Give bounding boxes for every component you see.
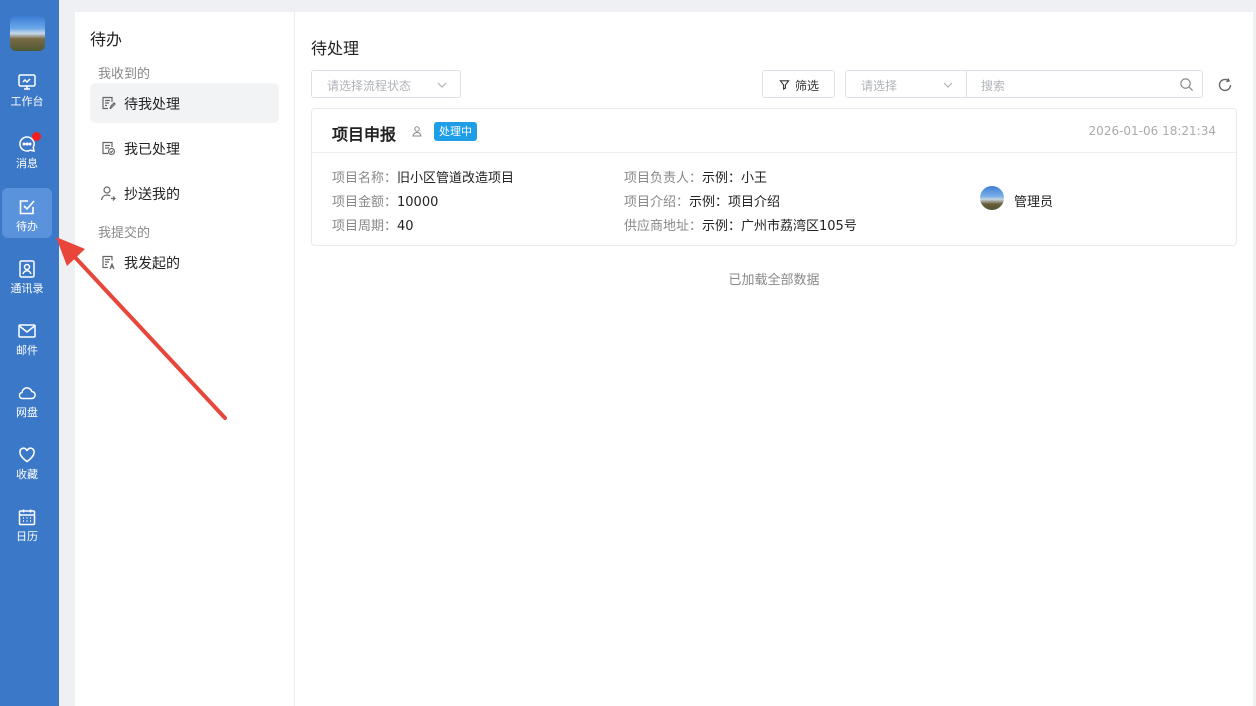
field-value: 示例：项目介绍	[689, 195, 781, 210]
rail-item-label: 日历	[16, 530, 38, 543]
heart-icon	[19, 447, 35, 463]
search-placeholder: 搜索	[981, 79, 1006, 93]
rail-item-label: 邮件	[16, 344, 38, 357]
field-key: 项目金额：	[332, 195, 398, 210]
page-title: 待处理	[311, 39, 360, 58]
todo-nav-panel: 待办 我收到的 待我处理 我已处理 抄送我的 我提交的 我发起的	[75, 12, 295, 706]
todo-card[interactable]: 项目申报 处理中 2026-01-06 18:21:34 项目名称：旧小区管道改…	[311, 108, 1237, 246]
field-project-intro: 项目介绍：示例：项目介绍	[624, 191, 780, 210]
rail-item-label: 工作台	[10, 95, 44, 108]
field-key: 项目名称：	[332, 171, 398, 186]
status-select[interactable]: 请选择流程状态	[311, 70, 461, 98]
field-value: 40	[397, 219, 414, 234]
filter-button[interactable]: 筛选	[762, 70, 835, 98]
main-content: 待处理 请选择流程状态 筛选 请选择 搜索 项目申报 处理中 2026-01-0…	[295, 12, 1253, 706]
field-project-owner: 项目负责人：示例：小王	[624, 167, 767, 186]
chevron-down-icon	[437, 82, 447, 88]
field-project-amount: 项目金额：10000	[332, 191, 438, 210]
status-select-placeholder: 请选择流程状态	[327, 79, 412, 93]
monitor-icon	[18, 74, 36, 90]
refresh-icon[interactable]	[1217, 77, 1233, 93]
contacts-icon	[19, 260, 35, 278]
nav-item-label: 我已处理	[124, 142, 180, 158]
field-key: 项目负责人：	[624, 171, 703, 186]
rail-item-label: 收藏	[16, 468, 38, 481]
user-icon	[412, 126, 422, 137]
rail-item-workbench[interactable]: 工作台	[2, 63, 52, 113]
rail-item-cloud-drive[interactable]: 网盘	[2, 374, 52, 424]
cc-user-icon	[100, 186, 116, 201]
rail-item-todo[interactable]: 待办	[2, 188, 52, 238]
field-supplier-address: 供应商地址：示例：广州市荔湾区105号	[624, 215, 857, 234]
initiated-doc-icon	[102, 255, 115, 270]
nav-item-processed[interactable]: 我已处理	[90, 128, 279, 168]
card-header: 项目申报 处理中 2026-01-06 18:21:34	[312, 109, 1236, 153]
rail-item-label: 通讯录	[10, 282, 44, 295]
field-value: 示例：广州市荔湾区105号	[702, 219, 857, 234]
rail-item-favorites[interactable]: 收藏	[2, 436, 52, 486]
unread-dot	[32, 132, 41, 141]
app-sidebar: 工作台 消息 待办 通讯录 邮件 网盘 收藏 日历	[0, 0, 59, 706]
panel-title: 待办	[90, 30, 123, 49]
loaded-all-text: 已加载全部数据	[728, 273, 820, 288]
field-key: 供应商地址：	[624, 219, 703, 234]
nav-item-label: 抄送我的	[124, 187, 180, 203]
field-select-placeholder: 请选择	[861, 79, 898, 93]
filter-icon	[779, 80, 790, 90]
mail-icon	[18, 324, 36, 338]
assignee-name: 管理员	[1014, 195, 1054, 210]
nav-item-cc[interactable]: 抄送我的	[90, 173, 279, 213]
rail-item-contacts[interactable]: 通讯录	[2, 250, 52, 300]
calendar-icon	[18, 509, 36, 526]
nav-item-initiated[interactable]: 我发起的	[90, 242, 279, 282]
rail-item-label: 待办	[16, 220, 38, 233]
field-value: 10000	[397, 195, 439, 210]
rail-item-mail[interactable]: 邮件	[2, 312, 52, 362]
rail-item-messages[interactable]: 消息	[2, 125, 52, 175]
group-label-received: 我收到的	[98, 67, 151, 82]
nav-item-pending[interactable]: 待我处理	[90, 83, 279, 123]
group-label-submitted: 我提交的	[98, 226, 151, 241]
rail-item-label: 消息	[16, 157, 38, 170]
field-project-name: 项目名称：旧小区管道改造项目	[332, 167, 514, 186]
done-doc-icon	[102, 141, 116, 156]
nav-item-label: 待我处理	[124, 97, 180, 113]
rail-item-label: 网盘	[16, 406, 38, 419]
nav-item-label: 我发起的	[124, 256, 180, 272]
field-value: 示例：小王	[702, 171, 768, 186]
card-title: 项目申报	[332, 125, 397, 144]
rail-item-calendar[interactable]: 日历	[2, 498, 52, 548]
chevron-down-icon	[943, 82, 953, 88]
todo-check-icon	[19, 200, 35, 215]
filter-button-label: 筛选	[795, 79, 820, 93]
field-project-cycle: 项目周期：40	[332, 215, 414, 234]
status-badge: 处理中	[434, 122, 477, 141]
field-select[interactable]: 请选择	[845, 70, 967, 98]
cloud-icon	[18, 387, 36, 400]
assignee-avatar	[980, 186, 1004, 210]
user-avatar[interactable]	[10, 16, 45, 51]
field-key: 项目介绍：	[624, 195, 690, 210]
search-icon[interactable]	[1179, 77, 1194, 92]
search-input[interactable]: 搜索	[967, 70, 1203, 98]
field-value: 旧小区管道改造项目	[397, 171, 515, 186]
field-key: 项目周期：	[332, 219, 398, 234]
pending-doc-icon	[102, 96, 116, 110]
card-timestamp: 2026-01-06 18:21:34	[1088, 124, 1216, 138]
